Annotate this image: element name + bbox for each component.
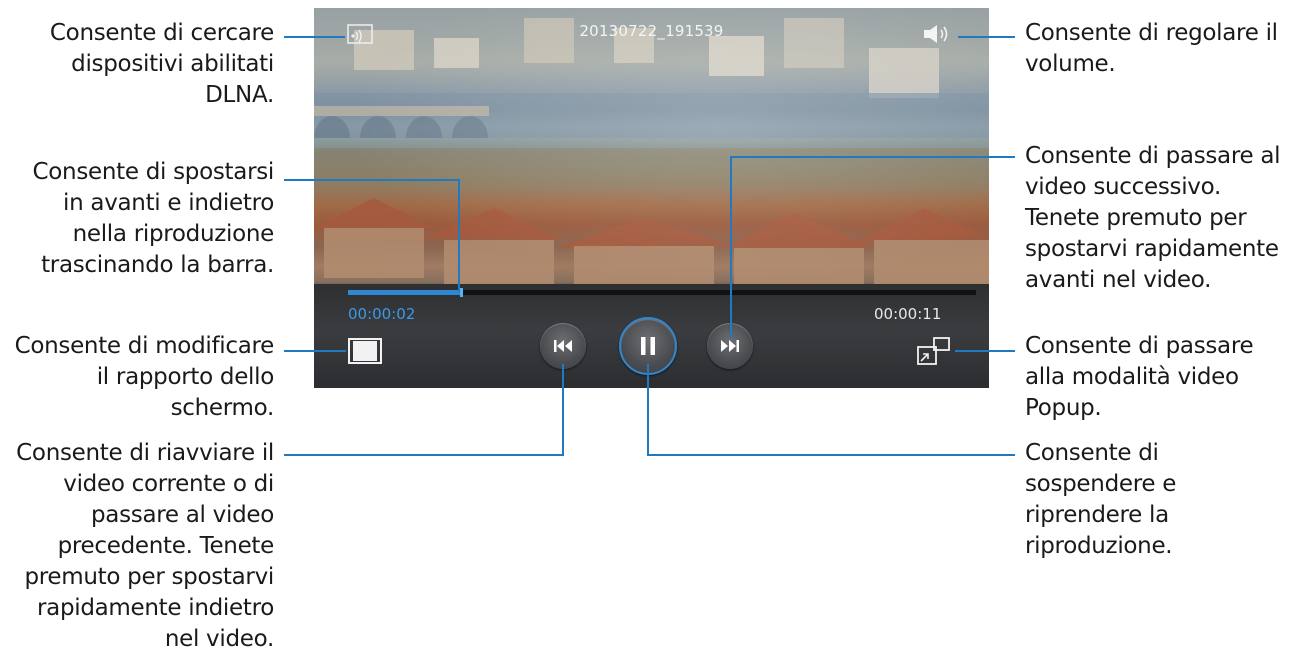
- line-previous: [284, 364, 564, 456]
- line-seek: [284, 179, 460, 292]
- line-next: [730, 156, 1015, 338]
- line-pause: [647, 364, 1015, 456]
- callout-lines: [284, 36, 1015, 456]
